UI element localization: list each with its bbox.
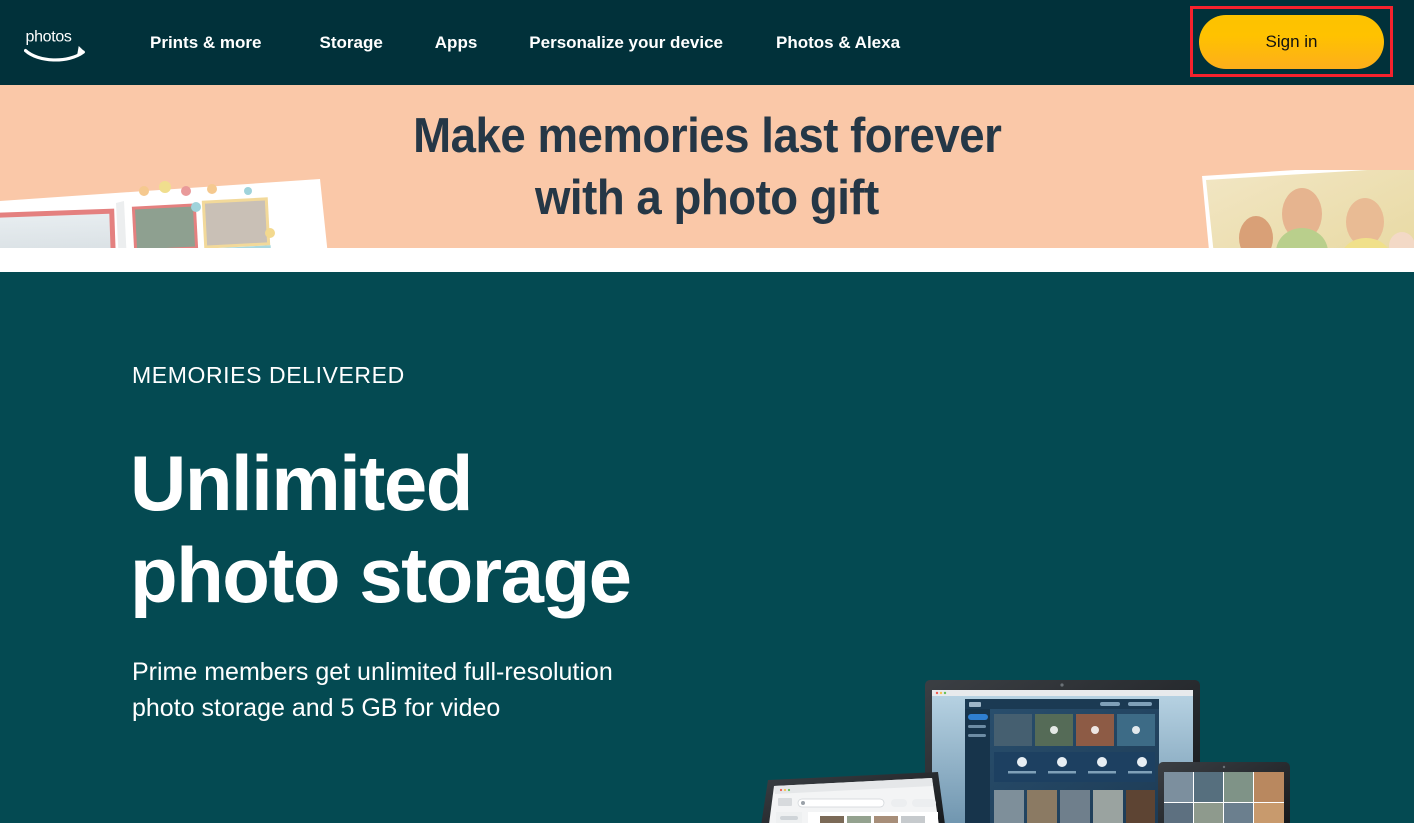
- device-mockup-image: [761, 680, 1290, 823]
- nav-item-storage[interactable]: Storage: [319, 33, 382, 53]
- nav-item-prints-and-more[interactable]: Prints & more: [150, 33, 261, 53]
- nav-item-apps[interactable]: Apps: [435, 33, 478, 53]
- hero-title-line-1: Unlimited: [130, 439, 473, 527]
- amazon-smile-arrow-icon: [24, 49, 85, 62]
- promo-headline-line-2: with a photo gift: [535, 170, 879, 225]
- wall-calendar-image: APRIL 2022: [1202, 170, 1414, 248]
- hero-eyebrow: MEMORIES DELIVERED: [132, 362, 405, 388]
- laptop-device: [761, 772, 945, 823]
- promo-headline-line-1: Make memories last forever: [412, 108, 1002, 163]
- section-divider: [0, 248, 1414, 272]
- nav-item-photos-and-alexa[interactable]: Photos & Alexa: [776, 33, 900, 53]
- sign-in-button[interactable]: Sign in: [1199, 15, 1384, 69]
- amazon-photos-logo[interactable]: photos: [24, 20, 100, 66]
- hero-section: MEMORIES DELIVERED Unlimited photo stora…: [0, 272, 1414, 823]
- photo-book-image: [0, 179, 328, 248]
- logo-wordmark: photos: [26, 28, 72, 45]
- hero-title: Unlimited photo storage: [130, 437, 750, 621]
- hero-subtitle: Prime members get unlimited full-resolut…: [132, 658, 613, 722]
- tablet-device: [1158, 762, 1290, 823]
- top-navigation-bar: photos Prints & more Storage Apps Person…: [0, 0, 1414, 85]
- hero-title-line-2: photo storage: [130, 531, 632, 619]
- nav-item-personalize-your-device[interactable]: Personalize your device: [529, 33, 723, 53]
- nav-links: Prints & more Storage Apps Personalize y…: [150, 0, 900, 85]
- promo-banner[interactable]: Make memories last forever with a photo …: [0, 85, 1414, 248]
